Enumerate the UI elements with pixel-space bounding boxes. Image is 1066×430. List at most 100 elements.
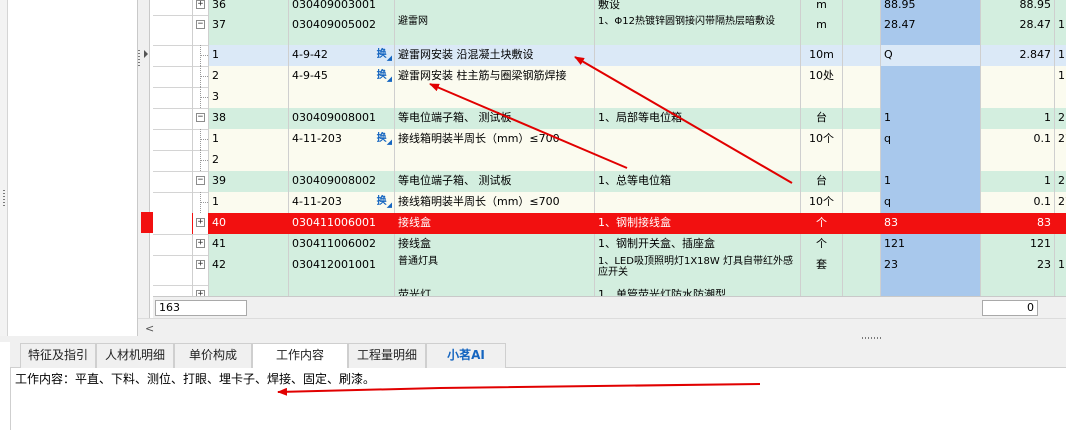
qty-expression-cell[interactable]: [843, 15, 881, 45]
row-count-field[interactable]: 163: [155, 300, 247, 316]
extra-value-cell[interactable]: [1055, 0, 1066, 15]
item-name-cell[interactable]: 荧光灯: [395, 285, 595, 296]
quantity-result-cell[interactable]: 1: [981, 171, 1055, 192]
code-cell[interactable]: 030409008001: [289, 108, 395, 129]
quota-row[interactable]: 1 4-11-203 换◢ 接线箱明装半周长（mm）≤700 10个 q 0.1 27: [153, 129, 1066, 151]
tab-1[interactable]: 特征及指引: [20, 343, 96, 368]
unit-cell[interactable]: m: [801, 0, 843, 15]
item-name-cell[interactable]: 等电位端子箱、 测试板: [395, 108, 595, 129]
qty-expression-cell[interactable]: [843, 66, 881, 87]
unit-cell[interactable]: 10个: [801, 129, 843, 150]
quantity-cell[interactable]: [881, 87, 981, 108]
qty-expression-cell[interactable]: [843, 285, 881, 296]
row-number-cell[interactable]: 2: [209, 150, 289, 171]
tab-2[interactable]: 人材机明细: [96, 343, 174, 368]
extra-value-cell[interactable]: 2: [1055, 108, 1066, 129]
quantity-result-cell[interactable]: 28.47: [981, 15, 1055, 45]
extra-value-cell[interactable]: [1055, 150, 1066, 171]
quantity-cell[interactable]: [881, 66, 981, 87]
swap-icon[interactable]: 换◢: [377, 69, 392, 86]
quantity-result-cell[interactable]: 2.847: [981, 45, 1055, 66]
quantity-result-cell[interactable]: [981, 150, 1055, 171]
quantity-result-cell[interactable]: 88.95: [981, 0, 1055, 15]
item-name-cell[interactable]: 普通灯具: [395, 255, 595, 285]
row-number-cell[interactable]: 1: [209, 192, 289, 213]
quota-row[interactable]: 2: [153, 150, 1066, 172]
list-row[interactable]: +36 030409003001 敷设 m 88.95 88.95: [153, 0, 1066, 16]
item-name-cell[interactable]: [395, 150, 595, 171]
unit-cell[interactable]: 10m: [801, 45, 843, 66]
swap-icon[interactable]: 换◢: [377, 48, 392, 65]
unit-cell[interactable]: 台: [801, 171, 843, 192]
unit-cell[interactable]: [801, 87, 843, 108]
quantity-cell[interactable]: 1: [881, 108, 981, 129]
quantity-cell[interactable]: q: [881, 192, 981, 213]
qty-expression-cell[interactable]: [843, 0, 881, 15]
tab-5[interactable]: 工程量明细: [348, 343, 426, 368]
unit-cell[interactable]: m: [801, 15, 843, 45]
code-cell[interactable]: 4-11-203 换◢: [289, 129, 395, 150]
qty-expression-cell[interactable]: [843, 213, 881, 234]
quantity-cell[interactable]: 83: [881, 213, 981, 234]
quantity-result-cell[interactable]: 121: [981, 234, 1055, 255]
tab-6[interactable]: 小茗AI: [426, 343, 506, 368]
list-row[interactable]: +42 030412001001 普通灯具 1、LED吸顶照明灯1X18W 灯具自带红…: [153, 255, 1066, 286]
row-number-cell[interactable]: 36: [209, 0, 289, 15]
code-cell[interactable]: [289, 87, 395, 108]
qty-expression-cell[interactable]: [843, 87, 881, 108]
qty-expression-cell[interactable]: [843, 192, 881, 213]
feature-cell[interactable]: [595, 66, 801, 87]
quantity-cell[interactable]: [881, 150, 981, 171]
item-name-cell[interactable]: 接线盒: [395, 234, 595, 255]
row-number-cell[interactable]: 39: [209, 171, 289, 192]
extra-value-cell[interactable]: 1: [1055, 15, 1066, 45]
collapse-icon[interactable]: −: [196, 20, 205, 29]
feature-cell[interactable]: 1、总等电位箱: [595, 171, 801, 192]
tab-3[interactable]: 单价构成: [174, 343, 252, 368]
collapse-arrow-icon[interactable]: [144, 50, 148, 58]
qty-expression-cell[interactable]: [843, 234, 881, 255]
quantity-cell[interactable]: q: [881, 129, 981, 150]
row-number-cell[interactable]: 1: [209, 45, 289, 66]
unit-cell[interactable]: 10处: [801, 66, 843, 87]
code-cell[interactable]: 030409005002: [289, 15, 395, 45]
row-number-cell[interactable]: 3: [209, 87, 289, 108]
quantity-result-cell[interactable]: 23: [981, 255, 1055, 285]
scroll-left-icon[interactable]: <: [145, 322, 154, 335]
horizontal-scrollbar[interactable]: <: [138, 318, 1066, 336]
list-row[interactable]: −39 030409008002 等电位端子箱、 测试板 1、总等电位箱台 1 1 2: [153, 171, 1066, 193]
code-cell[interactable]: 030412001001: [289, 255, 395, 285]
extra-value-cell[interactable]: [1055, 213, 1066, 234]
qty-expression-cell[interactable]: [843, 150, 881, 171]
extra-value-cell[interactable]: 2: [1055, 171, 1066, 192]
quantity-cell[interactable]: 121: [881, 234, 981, 255]
quantity-result-cell[interactable]: 0.1: [981, 129, 1055, 150]
code-cell[interactable]: 030411006002: [289, 234, 395, 255]
feature-cell[interactable]: 1、钢制开关盒、插座盒: [595, 234, 801, 255]
extra-value-cell[interactable]: [1055, 285, 1066, 296]
item-name-cell[interactable]: 避雷网安装 沿混凝土块敷设: [395, 45, 595, 66]
expand-icon[interactable]: +: [196, 239, 205, 248]
list-row[interactable]: −38 030409008001 等电位端子箱、 测试板 1、局部等电位箱台 1 1 2: [153, 108, 1066, 130]
feature-cell[interactable]: [595, 45, 801, 66]
footer-sum-field[interactable]: 0: [982, 300, 1038, 316]
item-name-cell[interactable]: 接线箱明装半周长（mm）≤700: [395, 129, 595, 150]
item-name-cell[interactable]: 接线盒: [395, 213, 595, 234]
extra-value-cell[interactable]: 27: [1055, 129, 1066, 150]
extra-value-cell[interactable]: [1055, 234, 1066, 255]
row-number-cell[interactable]: 38: [209, 108, 289, 129]
feature-cell[interactable]: 1、Φ12热镀锌圆钢接闪带隔热层暗敷设: [595, 15, 801, 45]
item-name-cell[interactable]: [395, 0, 595, 15]
feature-cell[interactable]: [595, 192, 801, 213]
quantity-result-cell[interactable]: [981, 285, 1055, 296]
row-number-cell[interactable]: 1: [209, 129, 289, 150]
quantity-result-cell[interactable]: 0.1: [981, 192, 1055, 213]
quantity-cell[interactable]: 88.95: [881, 0, 981, 15]
feature-cell[interactable]: 1、局部等电位箱: [595, 108, 801, 129]
quantity-cell[interactable]: 23: [881, 255, 981, 285]
feature-cell[interactable]: 1、钢制接线盒: [595, 213, 801, 234]
quantity-cell[interactable]: Q: [881, 45, 981, 66]
expand-icon[interactable]: +: [196, 260, 205, 269]
row-number-cell[interactable]: [209, 285, 289, 296]
outer-splitter-grip[interactable]: [3, 190, 5, 208]
